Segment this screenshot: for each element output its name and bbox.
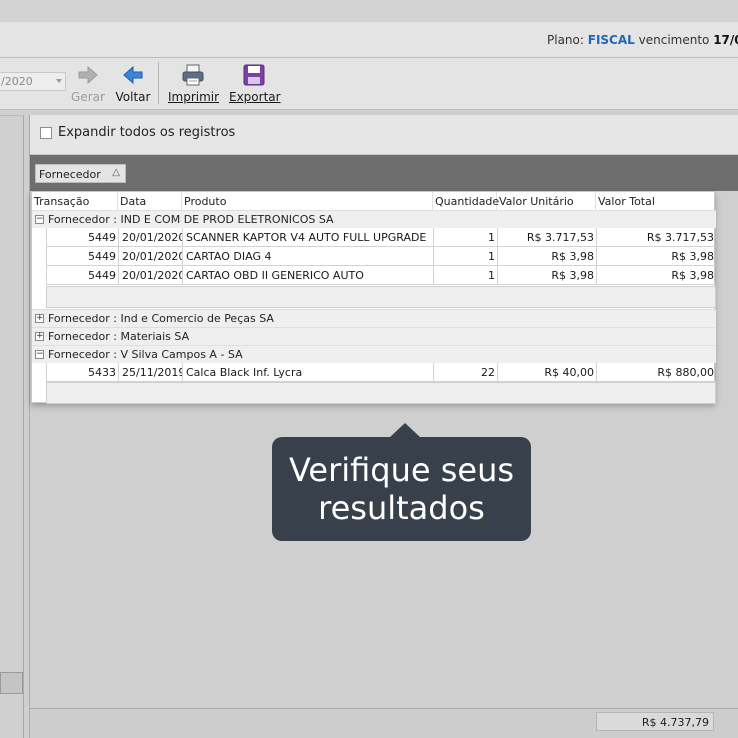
date-combo-value: /2020 [1,75,33,88]
cell-transaction: 5449 [46,266,118,285]
cell-quantity: 1 [433,228,497,247]
toolbar: /2020 Gerar Voltar Imprimir Exportar [0,58,738,110]
due-date: 17/02/2 [713,33,738,47]
expand-all-label[interactable]: Expandir todos os registros [58,125,235,140]
grand-total: R$ 4.737,79 [596,712,714,731]
back-button[interactable]: Voltar [114,62,152,106]
group-footer-row [46,286,716,308]
expand-all-checkbox[interactable] [40,127,52,139]
cell-product: CARTAO DIAG 4 [182,247,433,266]
generate-button[interactable]: Gerar [70,62,106,106]
group-by-chip[interactable]: Fornecedor △ [35,164,126,183]
collapse-icon[interactable]: − [35,215,44,224]
cell-date: 25/11/2019 [118,363,182,382]
print-button[interactable]: Imprimir [168,62,220,106]
sort-ascending-icon[interactable]: △ [112,167,120,178]
column-header-quantity[interactable]: Quantidade [433,192,499,210]
column-header-transaction[interactable]: Transação [32,192,118,210]
group-row[interactable]: − Fornecedor : V Silva Campos A - SA [32,345,716,363]
back-button-label: Voltar [115,90,151,104]
floppy-disk-icon [243,64,265,89]
cell-quantity: 22 [433,363,497,382]
left-panel-selected-item[interactable] [0,672,23,694]
plan-info: Plano: FISCAL vencimento 17/02/2 [547,33,738,47]
group-label: Fornecedor : IND E COM DE PROD ELETRONIC… [48,213,334,226]
cell-total-value: R$ 880,00 [596,363,716,382]
cell-total-value: R$ 3,98 [596,266,716,285]
arrow-right-icon [77,64,99,89]
export-button-label: Exportar [229,90,281,104]
expand-icon[interactable]: + [35,332,44,341]
tooltip-line-1: Verifique seus [288,451,515,489]
expand-icon[interactable]: + [35,314,44,323]
results-grid: Transação Data Produto Quantidade Valor … [31,191,716,404]
cell-unit-value: R$ 40,00 [497,363,596,382]
cell-product: CARTAO OBD II GENERICO AUTO [182,266,433,285]
column-header-date[interactable]: Data [118,192,182,210]
cell-total-value: R$ 3,98 [596,247,716,266]
column-headers: Transação Data Produto Quantidade Valor … [32,192,716,210]
cell-transaction: 5449 [46,228,118,247]
top-strip [0,0,738,22]
column-header-unit-value[interactable]: Valor Unitário [497,192,596,210]
printer-icon [181,64,205,89]
cell-quantity: 1 [433,247,497,266]
cell-product: SCANNER KAPTOR V4 AUTO FULL UPGRADE [182,228,433,247]
hint-tooltip: Verifique seus resultados [272,437,531,541]
cell-quantity: 1 [433,266,497,285]
cell-unit-value: R$ 3,98 [497,266,596,285]
table-row[interactable]: 5433 25/11/2019 Calca Black Inf. Lycra 2… [46,363,716,382]
status-bar: R$ 4.737,79 [30,708,738,738]
report-content: Expandir todos os registros Fornecedor △… [29,115,738,738]
table-row[interactable]: 5449 20/01/2020 SCANNER KAPTOR V4 AUTO F… [46,228,716,247]
cell-total-value: R$ 3.717,53 [596,228,716,247]
cell-date: 20/01/2020 [118,228,182,247]
table-row[interactable]: 5449 20/01/2020 CARTAO DIAG 4 1 R$ 3,98 … [46,247,716,266]
plan-bar: Plano: FISCAL vencimento 17/02/2 [0,22,738,58]
group-by-chip-label: Fornecedor [39,168,101,181]
expand-options-row: Expandir todos os registros [30,115,738,155]
tooltip-line-2: resultados [318,489,485,527]
group-row[interactable]: + Fornecedor : Ind e Comercio de Peças S… [32,309,716,327]
toolbar-separator [158,62,159,104]
table-row[interactable]: 5449 20/01/2020 CARTAO OBD II GENERICO A… [46,266,716,285]
cell-unit-value: R$ 3,98 [497,247,596,266]
cell-product: Calca Black Inf. Lycra [182,363,433,382]
left-panel [0,115,24,738]
group-row[interactable]: − Fornecedor : IND E COM DE PROD ELETRON… [32,210,716,228]
tooltip-arrow [389,423,421,438]
cell-transaction: 5433 [46,363,118,382]
group-footer-row [46,382,716,404]
cell-transaction: 5449 [46,247,118,266]
column-header-product[interactable]: Produto [182,192,433,210]
arrow-left-icon [122,64,144,89]
due-label: vencimento [638,33,710,47]
plan-label: Plano: [547,33,584,47]
print-button-label: Imprimir [168,90,220,104]
group-row[interactable]: + Fornecedor : Materiais SA [32,327,716,345]
group-label: Fornecedor : Materiais SA [48,330,190,343]
cell-date: 20/01/2020 [118,266,182,285]
group-label: Fornecedor : V Silva Campos A - SA [48,348,243,361]
export-button[interactable]: Exportar [229,62,281,106]
plan-value: FISCAL [587,33,635,47]
collapse-icon[interactable]: − [35,350,44,359]
column-header-total-value[interactable]: Valor Total [596,192,716,210]
date-combo[interactable]: /2020 [0,72,66,91]
grouping-panel: Fornecedor △ [30,155,738,191]
group-label: Fornecedor : Ind e Comercio de Peças SA [48,312,274,325]
chevron-down-icon [56,79,62,83]
cell-unit-value: R$ 3.717,53 [497,228,596,247]
generate-button-label: Gerar [71,90,105,104]
cell-date: 20/01/2020 [118,247,182,266]
